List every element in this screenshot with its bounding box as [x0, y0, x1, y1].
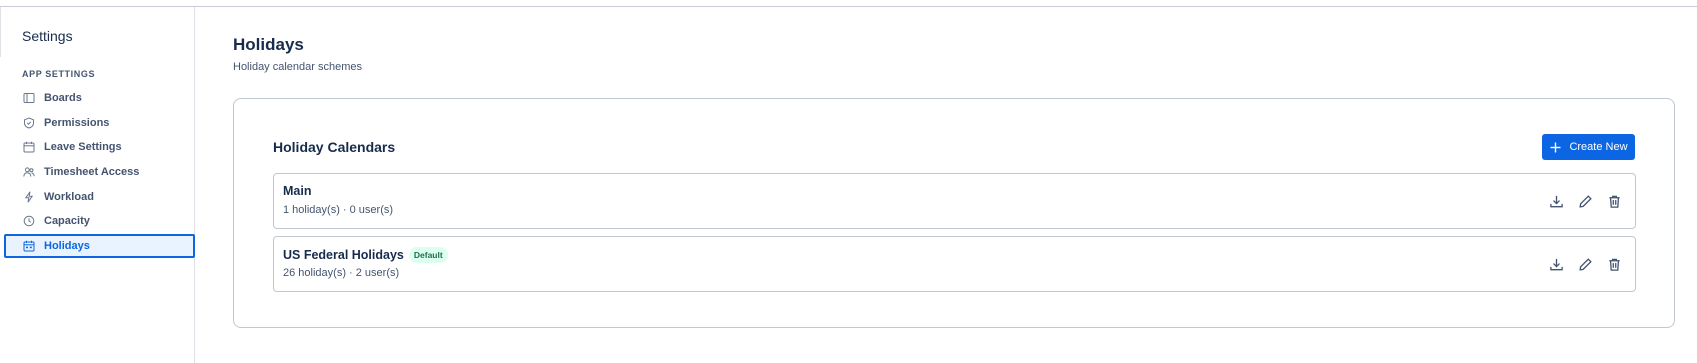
lightning-icon [23, 191, 35, 203]
sidebar-item-label: Permissions [44, 116, 110, 129]
calendar-actions [1547, 255, 1623, 273]
sidebar-item-capacity[interactable]: Capacity [4, 209, 195, 233]
calendar-actions [1547, 192, 1623, 210]
app-settings-section-label: APP SETTINGS [22, 69, 96, 79]
sidebar-item-timesheet-access[interactable]: Timesheet Access [4, 160, 195, 184]
page-title: Holidays [233, 35, 304, 54]
sidebar-item-label: Workload [44, 190, 94, 203]
sidebar-item-leave-settings[interactable]: Leave Settings [4, 135, 195, 159]
calendar-event-icon [23, 240, 35, 252]
plus-icon [1549, 141, 1562, 154]
sidebar-item-label: Boards [44, 92, 82, 104]
sidebar-item-permissions[interactable]: Permissions [4, 111, 195, 135]
create-new-button[interactable]: Create New [1542, 134, 1635, 160]
sidebar-item-label: Timesheet Access [44, 166, 140, 179]
people-icon [23, 166, 35, 178]
panel-title: Holiday Calendars [273, 139, 396, 155]
page-subtitle: Holiday calendar schemes [233, 61, 363, 73]
calendar-icon [23, 141, 35, 153]
holiday-calendars-panel: Holiday Calendars Create New Main 1 holi… [233, 98, 1675, 328]
sidebar-item-holidays[interactable]: Holidays [4, 234, 195, 259]
shield-icon [23, 117, 35, 129]
sidebar-item-workload[interactable]: Workload [4, 185, 195, 209]
board-icon [23, 92, 35, 104]
calendar-name-wrap: US Federal Holidays Default [283, 247, 448, 263]
default-badge: Default [408, 247, 448, 263]
create-new-label: Create New [1569, 141, 1628, 153]
download-icon[interactable] [1547, 255, 1565, 273]
calendar-name: US Federal Holidays [283, 248, 404, 262]
edit-icon[interactable] [1576, 255, 1594, 273]
calendar-row[interactable]: US Federal Holidays Default 26 holiday(s… [273, 236, 1636, 292]
sidebar-item-boards[interactable]: Boards [4, 86, 195, 110]
calendar-name-wrap: Main [283, 184, 311, 198]
sidebar-title: Settings [22, 28, 73, 44]
calendar-meta: 26 holiday(s) · 2 user(s) [283, 267, 400, 279]
sidebar-item-label: Holidays [44, 240, 90, 253]
clock-icon [23, 215, 35, 227]
calendar-name: Main [283, 184, 312, 198]
download-icon[interactable] [1547, 192, 1565, 210]
calendar-row[interactable]: Main 1 holiday(s) · 0 user(s) [273, 173, 1636, 229]
calendar-meta: 1 holiday(s) · 0 user(s) [283, 204, 394, 216]
top-border [0, 6, 1697, 7]
edit-icon[interactable] [1576, 192, 1594, 210]
delete-icon[interactable] [1605, 192, 1623, 210]
sidebar-item-label: Capacity [44, 215, 90, 228]
left-edge [0, 7, 1, 57]
settings-sidebar: Settings APP SETTINGS Boards Permissions… [3, 7, 195, 363]
delete-icon[interactable] [1605, 255, 1623, 273]
sidebar-item-label: Leave Settings [44, 141, 122, 154]
sidebar-nav: Boards Permissions Leave Settings Timesh… [4, 86, 195, 259]
